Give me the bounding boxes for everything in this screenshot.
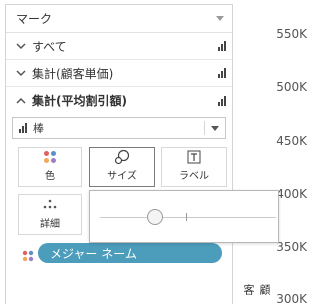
size-card-label: サイズ xyxy=(107,171,137,182)
marks-row-customer-unit-price[interactable]: 集計(顧客単価) xyxy=(6,60,232,87)
marks-row-avg-discount[interactable]: 集計(平均割引額) xyxy=(6,87,232,114)
bar-chart-icon xyxy=(218,68,226,78)
caret-down-icon[interactable] xyxy=(216,16,224,21)
y-axis-tick: 400K xyxy=(276,187,307,201)
label-card-label: ラベル xyxy=(179,171,209,182)
marks-row-label: 集計(平均割引額) xyxy=(32,94,127,108)
detail-card-label: 詳細 xyxy=(40,219,60,230)
size-card[interactable]: サイズ xyxy=(89,147,155,187)
marks-title: マーク xyxy=(16,12,53,26)
detail-card[interactable]: 詳細 xyxy=(18,194,82,235)
size-popover xyxy=(89,190,279,243)
chevron-down-icon[interactable] xyxy=(14,39,28,53)
y-axis-tick: 550K xyxy=(276,27,307,41)
size-slider-track[interactable] xyxy=(100,217,276,218)
measure-names-pill[interactable]: メジャー ネーム xyxy=(38,243,222,263)
y-axis-tick: 450K xyxy=(276,134,307,148)
color-dots-icon xyxy=(22,247,34,262)
bar-chart-icon xyxy=(218,95,226,106)
text-label-icon xyxy=(187,148,201,165)
marks-header[interactable]: マーク xyxy=(6,5,232,33)
mark-type-dropdown[interactable]: 棒 xyxy=(12,117,226,139)
marks-row-label: 集計(顧客単価) xyxy=(32,66,114,81)
bar-chart-icon xyxy=(19,123,27,133)
y-axis-tick: 300K xyxy=(276,292,307,304)
size-icon xyxy=(114,148,130,165)
chevron-down-icon[interactable] xyxy=(14,66,28,80)
chevron-up-icon[interactable] xyxy=(14,94,28,108)
size-slider-tick xyxy=(186,213,187,221)
bar-chart-icon xyxy=(218,41,226,51)
y-axis-tick: 500K xyxy=(276,80,307,94)
color-dots-icon xyxy=(43,148,57,165)
marks-row-all[interactable]: すべて xyxy=(6,33,232,60)
pill-label: メジャー ネーム xyxy=(50,246,137,261)
axis-title: 顧客 xyxy=(242,284,271,295)
color-card[interactable]: 色 xyxy=(18,147,82,187)
mark-type-label: 棒 xyxy=(33,122,44,135)
y-axis-tick: 350K xyxy=(276,240,307,254)
label-card[interactable]: ラベル xyxy=(161,147,227,187)
dropdown-separator xyxy=(204,121,205,135)
color-card-label: 色 xyxy=(45,171,55,182)
detail-dots-icon xyxy=(43,195,57,213)
size-slider-thumb[interactable] xyxy=(146,209,163,225)
caret-down-icon[interactable] xyxy=(211,125,219,131)
marks-row-label: すべて xyxy=(32,39,67,54)
